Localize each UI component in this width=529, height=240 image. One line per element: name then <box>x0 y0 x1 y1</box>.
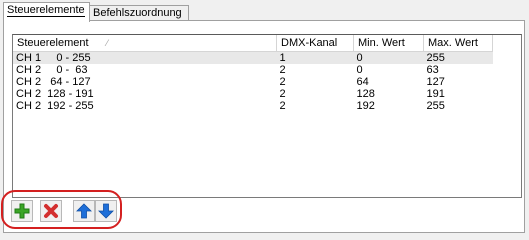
cell-control: CH 2 64 - 127 <box>16 76 91 88</box>
cell-max: 191 <box>426 88 445 100</box>
move-up-button[interactable] <box>73 200 95 222</box>
cell-min: 0 <box>353 51 424 64</box>
cell-channel: 2 <box>279 76 286 88</box>
column-header-dmx-kanal[interactable]: DMX-Kanal <box>276 35 354 52</box>
cell-max: 63 <box>426 64 439 76</box>
cell-control: CH 2 192 - 255 <box>16 100 94 112</box>
controls-table: Steuerelement ⁄ DMX-Kanal Min. Wert Max. … <box>13 35 493 112</box>
table-row[interactable]: CH 2 64 - 127 2 64 127 <box>13 76 493 88</box>
column-header-max-wert[interactable]: Max. Wert <box>423 35 493 52</box>
cell-min: 0 <box>356 64 363 76</box>
table-row[interactable]: CH 1 0 - 255 1 0 255 <box>13 51 493 64</box>
delete-icon <box>44 204 58 218</box>
controls-list[interactable]: Steuerelement ⁄ DMX-Kanal Min. Wert Max. … <box>12 34 522 198</box>
cell-max: 127 <box>426 76 445 88</box>
table-row[interactable]: CH 2 128 - 191 2 128 191 <box>13 88 493 100</box>
cell-max: 255 <box>423 51 493 64</box>
tab-steuerelemente[interactable]: Steuerelemente <box>3 2 90 22</box>
delete-button[interactable] <box>40 200 62 222</box>
cell-min: 64 <box>356 76 369 88</box>
cell-channel: 1 <box>276 51 354 64</box>
add-button[interactable] <box>11 200 33 222</box>
cell-channel: 2 <box>279 88 286 100</box>
cell-control: CH 2 128 - 191 <box>16 88 94 100</box>
cell-min: 128 <box>356 88 375 100</box>
move-down-icon <box>98 203 114 219</box>
column-header-steuerelement[interactable]: Steuerelement ⁄ <box>13 35 277 52</box>
cell-min: 192 <box>356 100 375 112</box>
cell-channel: 2 <box>279 100 286 112</box>
add-icon <box>14 203 30 219</box>
table-row[interactable]: CH 2 192 - 255 2 192 255 <box>13 100 493 112</box>
cell-channel: 2 <box>279 64 286 76</box>
move-up-icon <box>76 203 92 219</box>
table-row[interactable]: CH 2 0 - 63 2 0 63 <box>13 64 493 76</box>
sort-indicator-icon: ⁄ <box>106 38 109 48</box>
tab-befehlszuordnung[interactable]: Befehlszuordnung <box>89 5 189 21</box>
column-header-min-wert[interactable]: Min. Wert <box>353 35 424 52</box>
cell-control: CH 1 0 - 255 <box>13 51 277 64</box>
cell-max: 255 <box>426 100 445 112</box>
cell-control: CH 2 0 - 63 <box>16 64 88 76</box>
move-down-button[interactable] <box>95 200 117 222</box>
tab-label: Steuerelemente <box>7 4 85 17</box>
tab-label: Befehlszuordnung <box>93 7 182 19</box>
